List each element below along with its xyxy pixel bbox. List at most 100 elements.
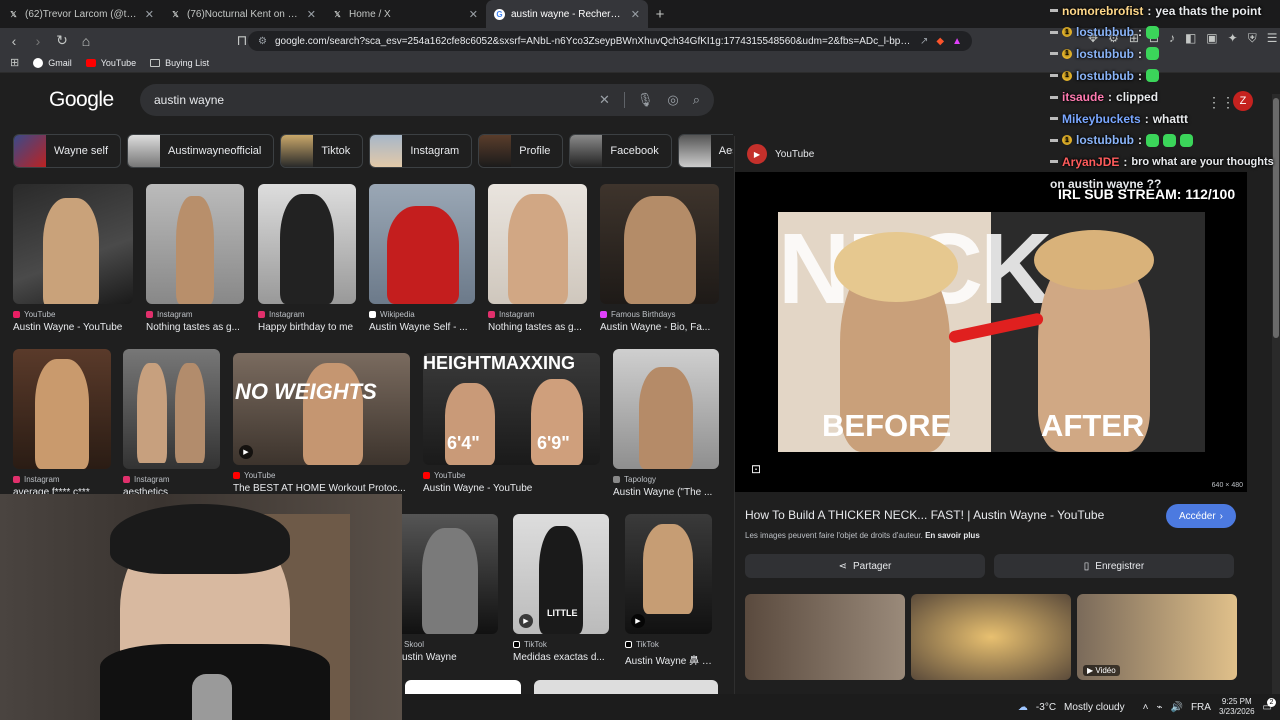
image-result[interactable]: Skool ustin Wayne [402,514,498,663]
clear-icon[interactable]: ✕ [599,92,610,108]
result-image[interactable]: LITTLE ▶ [513,514,609,634]
browser-tab-1[interactable]: 𝕏(62)Trevor Larcom (@trevorlarcom) |✕ [0,0,162,28]
image-result[interactable]: HEIGHTMAXXING 6'4" 6'9" YouTube Austin W… [423,353,600,494]
browser-tab-3[interactable]: 𝕏 Home / X ✕ [324,0,486,28]
x-icon: 𝕏 [10,9,17,19]
language-indicator[interactable]: FRA [1191,702,1211,713]
address-bar[interactable]: ⚙ google.com/search?sca_esv=254a162cfe8c… [248,31,972,51]
home-icon[interactable]: ⌂ [76,33,96,49]
related-image[interactable] [911,594,1071,680]
weather-widget[interactable]: Mostly cloudy [1064,702,1125,713]
image-result[interactable]: Instagram Nothing tastes as g... [488,184,587,333]
result-title[interactable]: ustin Wayne [402,652,498,663]
network-icon[interactable]: ⌁ [1156,702,1162,713]
result-image[interactable] [402,514,498,634]
image-result[interactable]: Instagram Happy birthday to me [258,184,356,333]
image-result[interactable]: Wikipedia Austin Wayne Self - ... [369,184,475,333]
result-title[interactable]: Nothing tastes as g... [488,322,587,333]
result-image[interactable]: NO WEIGHTS ▶ [233,353,410,465]
notification-icon[interactable]: ▭ 2 [1263,697,1276,713]
clock[interactable]: 9:25 PM 3/23/2026 [1219,697,1255,717]
chip[interactable]: Aesthetics [677,134,733,168]
apps-grid-icon[interactable]: ⊞ [10,56,19,69]
chip[interactable]: Profile [478,134,564,168]
related-image[interactable] [745,594,905,680]
preview-source[interactable]: ▶ YouTube [747,144,814,164]
search-input[interactable]: austin wayne ✕ 🎙 ◎ ⌕ [140,84,714,116]
back-icon[interactable]: ‹ [4,33,24,49]
lens-icon[interactable]: ◎ [667,92,678,108]
share-button[interactable]: ⋖ Partager [745,554,985,578]
image-result[interactable]: ▶ TikTok Austin Wayne 鼻 | ... [625,514,712,667]
result-title[interactable]: Happy birthday to me [258,322,356,333]
result-image[interactable] [369,184,475,304]
famous-birthdays-icon [600,311,607,318]
result-image[interactable] [258,184,356,304]
image-result[interactable]: NO WEIGHTS ▶ YouTube The BEST AT HOME Wo… [233,353,410,494]
lens-search-icon[interactable]: ⊡ [751,462,761,476]
result-title[interactable]: Nothing tastes as g... [146,322,244,333]
save-button[interactable]: ▯ Enregistrer [994,554,1234,578]
new-tab-button[interactable]: + [648,6,672,23]
volume-icon[interactable]: 🔊 [1171,702,1183,713]
close-icon[interactable]: ✕ [631,8,640,21]
chip[interactable]: Tiktok [280,134,364,168]
chip[interactable]: Wayne self [13,134,122,168]
image-result[interactable]: YouTube Austin Wayne - YouTube [13,184,133,333]
youtube-icon [423,472,430,479]
brave-shield-icon[interactable]: ◆ [936,36,944,47]
visit-button[interactable]: Accéder › [1166,504,1236,528]
image-result-partial[interactable] [405,680,521,694]
result-title[interactable]: Medidas exactas d... [513,652,609,663]
image-result[interactable]: Famous Birthdays Austin Wayne - Bio, Fa.… [600,184,719,333]
bookmark-buying-list[interactable]: Buying List [150,58,209,68]
result-image[interactable] [13,184,133,304]
result-title[interactable]: Austin Wayne Self - ... [369,322,475,333]
browser-tab-active[interactable]: Gaustin wayne - Recherche Google✕ [486,0,648,28]
image-result[interactable]: Instagram average f**** c*** [13,349,111,498]
close-icon[interactable]: ✕ [145,8,154,21]
bookmark-youtube[interactable]: YouTube [85,58,136,68]
image-result[interactable]: Tapology Austin Wayne ("The ... [613,349,719,498]
search-icon[interactable]: ⌕ [693,92,700,108]
image-result[interactable]: Instagram aesthetics [123,349,220,498]
sub-stream-counter: IRL SUB STREAM: 112/100 [1058,186,1236,202]
image-result[interactable]: LITTLE ▶ TikTok Medidas exactas d... [513,514,609,663]
image-result-partial[interactable] [534,680,718,694]
result-image[interactable]: ▶ [625,514,712,634]
close-icon[interactable]: ✕ [469,8,478,21]
result-image[interactable]: HEIGHTMAXXING 6'4" 6'9" [423,353,600,465]
learn-more-link[interactable]: En savoir plus [925,531,980,540]
browser-tab-2[interactable]: 𝕏(76)Nocturnal Kent on Zyzz: 7NEWS✕ [162,0,324,28]
result-title[interactable]: Austin Wayne - YouTube [13,322,133,333]
result-title[interactable]: Austin Wayne - Bio, Fa... [600,322,719,333]
share-icon[interactable]: ↗ [920,36,928,47]
bookmark-gmail[interactable]: Gmail [33,57,72,68]
result-image[interactable] [600,184,719,304]
chip[interactable]: Austinwayneofficial [127,134,275,168]
result-title[interactable]: Austin Wayne - YouTube [423,483,600,494]
reload-icon[interactable]: ↻ [52,32,72,49]
related-image[interactable]: ▶ Vidéo [1077,594,1237,680]
rewards-icon[interactable]: ▲ [952,36,962,47]
play-icon: ▶ [519,614,533,628]
site-info-icon[interactable]: ⚙ [258,36,267,47]
chevron-up-icon[interactable]: ˄ [1143,702,1149,713]
microphone-icon[interactable]: 🎙 [623,92,653,108]
result-image[interactable] [123,349,220,469]
result-title[interactable]: Austin Wayne 鼻 | ... [625,652,712,667]
chip[interactable]: Instagram [369,134,473,168]
result-title[interactable]: The BEST AT HOME Workout Protoc... [233,483,410,494]
forward-icon[interactable]: › [28,33,48,49]
preview-image[interactable]: NECK BEFORE AFTER [778,212,1205,452]
image-result[interactable]: Instagram Nothing tastes as g... [146,184,244,333]
result-image[interactable] [146,184,244,304]
result-image[interactable] [488,184,587,304]
chip[interactable]: Facebook [569,134,672,168]
close-icon[interactable]: ✕ [307,8,316,21]
result-title[interactable]: Austin Wayne ("The ... [613,487,719,498]
google-logo[interactable]: Google [49,88,114,112]
preview-title[interactable]: How To Build A THICKER NECK... FAST! | A… [745,508,1104,522]
result-image[interactable] [613,349,719,469]
result-image[interactable] [13,349,111,469]
